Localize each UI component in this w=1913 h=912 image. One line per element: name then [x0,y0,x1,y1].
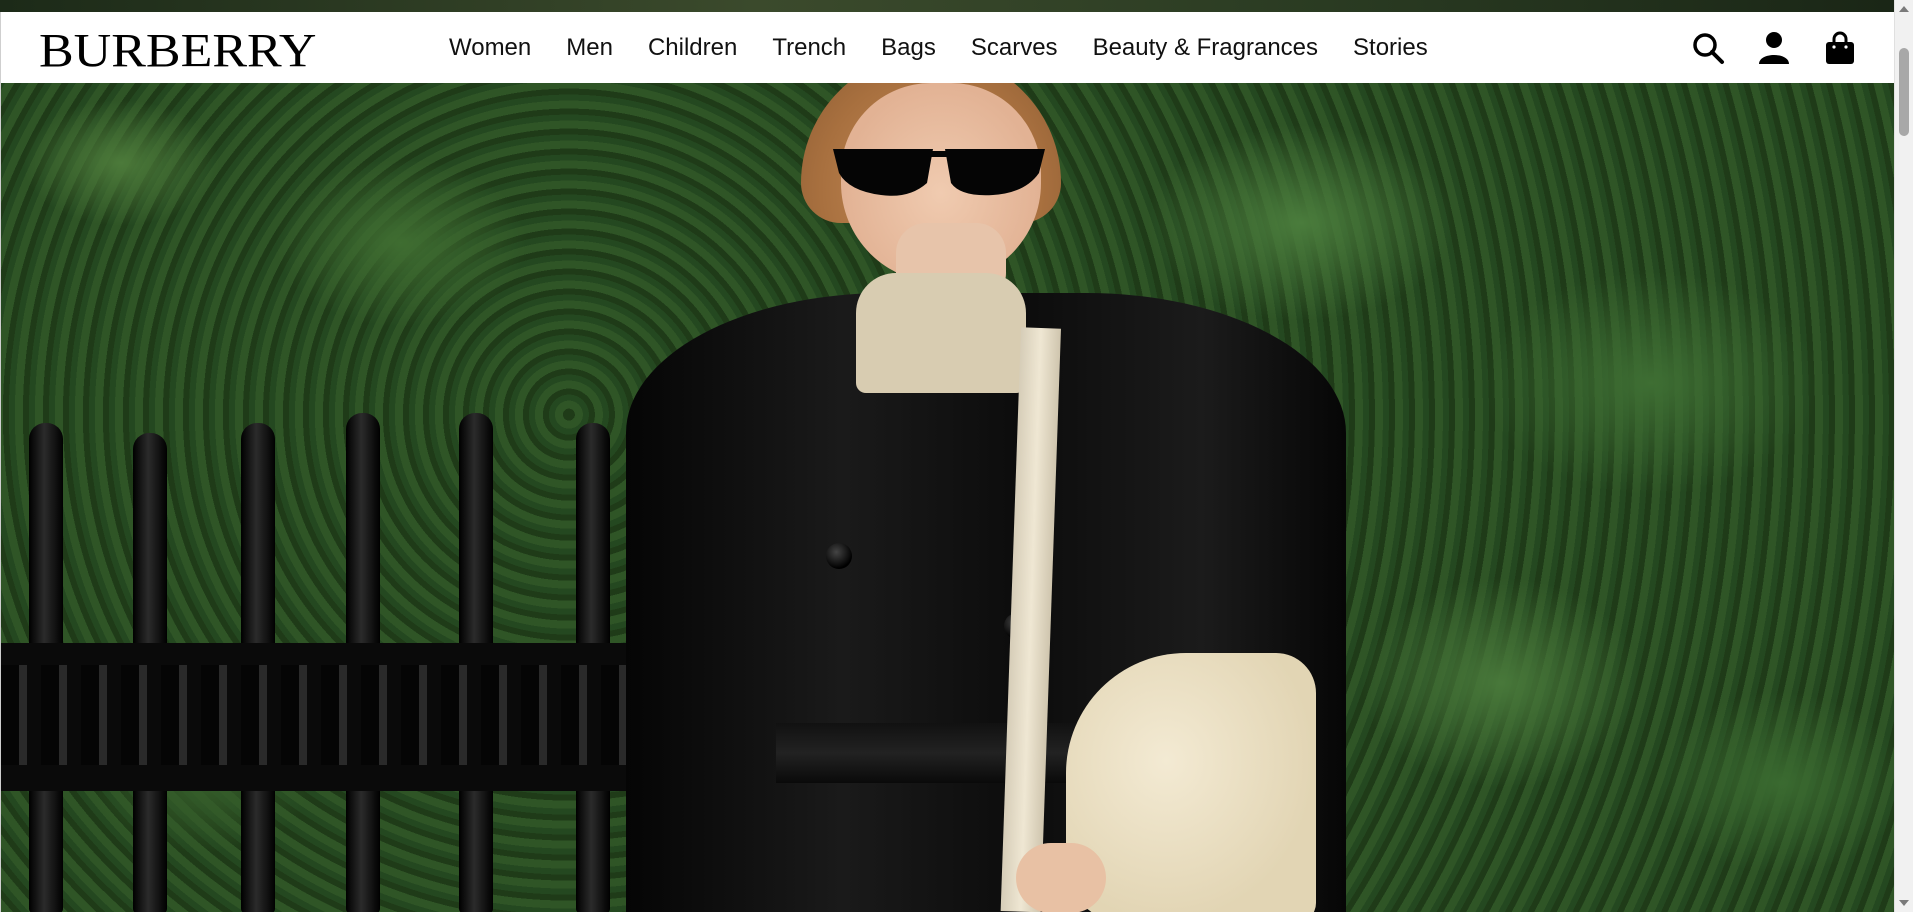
scroll-down-arrow-icon[interactable] [1899,900,1909,906]
hero-image[interactable] [1,83,1894,912]
model-figure [626,83,1346,912]
nav-bags[interactable]: Bags [881,34,936,62]
model-hand [1016,843,1106,912]
site-header: BURBERRY Women Men Children Trench Bags … [1,12,1894,83]
fence-rail [1,643,681,665]
coat-button [826,543,852,569]
hero-top-edge [0,0,1894,12]
scroll-thumb[interactable] [1899,48,1909,136]
search-icon[interactable] [1690,30,1726,66]
nav-children[interactable]: Children [648,34,737,62]
fence-panel [1,665,681,765]
shopping-bag-icon[interactable] [1822,30,1858,66]
burberry-logo[interactable]: BURBERRY [39,28,316,76]
turtleneck-collar [856,273,1026,393]
page-scrollbar[interactable] [1894,0,1913,912]
nav-beauty-fragrances[interactable]: Beauty & Fragrances [1093,34,1318,62]
sunglasses [833,149,1045,196]
nav-scarves[interactable]: Scarves [971,34,1058,62]
nav-men[interactable]: Men [566,34,613,62]
nav-trench[interactable]: Trench [772,34,846,62]
header-icons [1690,30,1858,66]
main-nav: Women Men Children Trench Bags Scarves B… [449,12,1463,83]
nav-stories[interactable]: Stories [1353,34,1428,62]
account-icon[interactable] [1756,30,1792,66]
fence-rail [1,765,681,791]
scroll-up-arrow-icon[interactable] [1899,6,1909,12]
iron-fence [1,313,681,912]
nav-women[interactable]: Women [449,34,531,62]
